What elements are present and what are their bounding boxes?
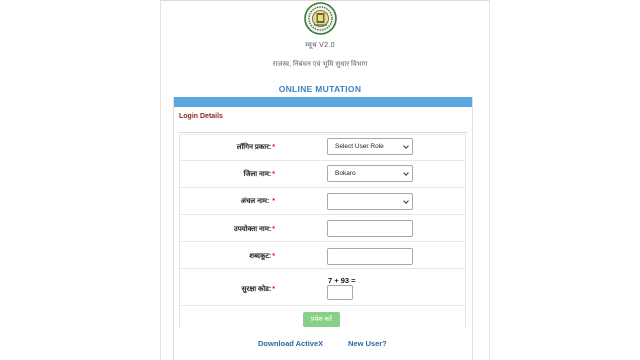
district-select[interactable]: Bokaro [327,165,413,182]
row-divider [179,268,465,269]
username-input[interactable] [327,220,413,237]
required-mark: * [272,226,275,233]
password-label: शब्दकूट:* [249,253,275,260]
circle-select[interactable] [327,193,413,210]
required-mark: * [272,253,275,260]
chevron-down-icon [403,198,409,204]
jharkhand-emblem-icon [304,2,337,35]
download-activex-link[interactable]: Download ActiveX [258,339,323,348]
row-divider [179,187,465,188]
row-divider [179,241,465,242]
new-user-link[interactable]: New User? [348,339,387,348]
password-input[interactable] [327,248,413,265]
panel-divider [179,132,467,133]
circle-label: अंचल नाम: * [240,198,275,205]
row-divider [179,160,465,161]
department-name: राजस्व, निबंधन एवं भूमि सुधार विभाग [272,61,368,68]
row-divider [179,305,465,306]
chevron-down-icon [403,143,409,149]
panel-header-bar [174,97,472,107]
app-version: म्यूथ V2.0 [305,42,335,49]
required-mark: * [272,144,275,151]
required-mark: * [272,286,275,293]
username-label: उपयोक्ता नाम:* [233,226,275,233]
chevron-down-icon [403,170,409,176]
captcha-label: सुरक्षा कोड:* [241,286,275,293]
captcha-question: 7 + 93 = [328,276,356,285]
login-type-label: लॉगिन प्रकार:* [236,144,275,151]
required-mark: * [272,171,275,178]
login-button[interactable]: प्रवेश करें [303,312,340,327]
user-role-select[interactable]: Select User Role [327,138,413,155]
required-mark: * [272,198,275,205]
panel-title: Login Details [179,113,223,120]
row-divider [179,214,465,215]
page-title: ONLINE MUTATION [278,84,362,94]
district-label: जिला नाम:* [243,171,275,178]
captcha-input[interactable] [327,285,353,300]
